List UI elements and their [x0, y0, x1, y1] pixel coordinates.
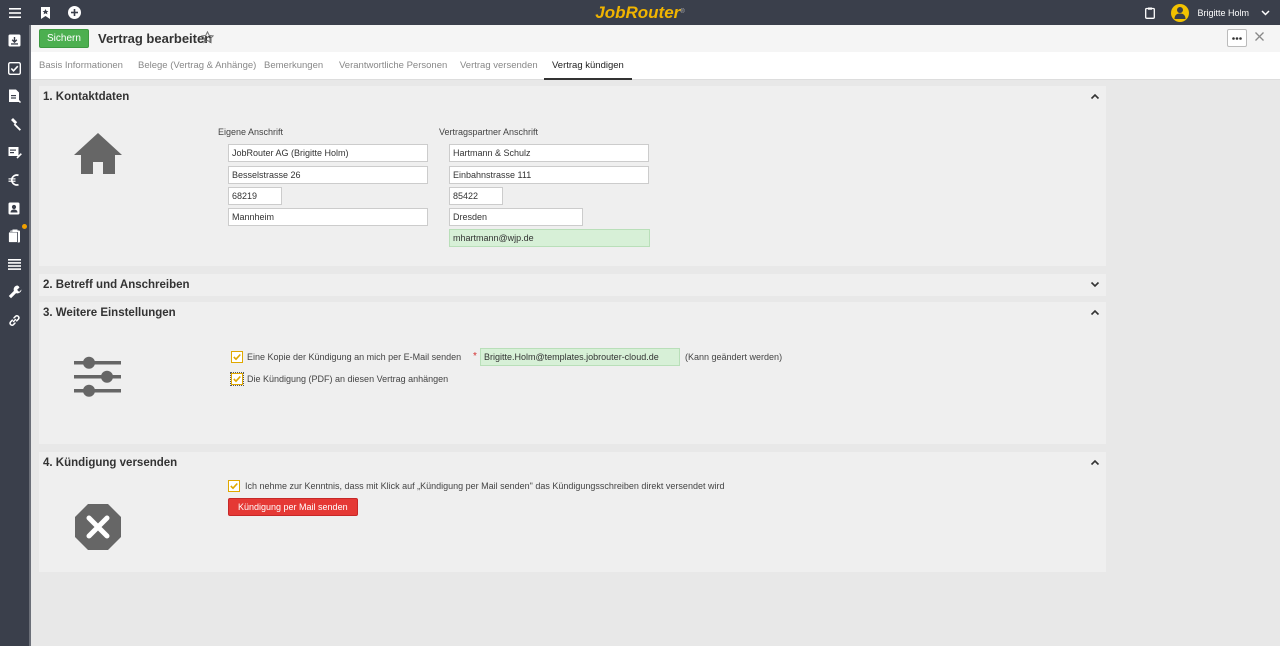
copy-email-field[interactable]: [480, 348, 680, 366]
close-icon[interactable]: [1254, 31, 1266, 43]
inbox-icon[interactable]: [0, 30, 29, 50]
tab-bemerkungen[interactable]: Bemerkungen: [264, 52, 323, 80]
partner-email-field[interactable]: [449, 229, 650, 247]
copy-email-checkbox[interactable]: [231, 351, 243, 363]
sidebar: [0, 25, 31, 646]
menu-icon[interactable]: [0, 0, 30, 25]
chevron-up-icon[interactable]: [1090, 91, 1100, 101]
bookmark-icon[interactable]: [30, 0, 60, 25]
attach-pdf-checkbox[interactable]: [230, 372, 244, 386]
user-name[interactable]: Brigitte Holm: [1197, 8, 1249, 18]
chevron-down-icon[interactable]: [1261, 9, 1270, 16]
panel-title[interactable]: 4. Kündigung versenden: [43, 452, 177, 474]
tab-vertrag-kuendigen[interactable]: Vertrag kündigen: [544, 52, 632, 80]
chevron-up-icon[interactable]: [1090, 307, 1100, 317]
panel-title[interactable]: 3. Weitere Einstellungen: [43, 302, 176, 324]
save-button[interactable]: Sichern: [39, 29, 89, 48]
tab-vertrag-versenden[interactable]: Vertrag versenden: [460, 52, 538, 80]
star-icon[interactable]: [200, 30, 215, 45]
notification-dot: [22, 224, 27, 229]
copy-email-label[interactable]: Eine Kopie der Kündigung an mich per E-M…: [247, 352, 461, 362]
tab-bar: Basis Informationen Belege (Vertrag & An…: [31, 52, 1280, 80]
own-city-field[interactable]: [228, 208, 428, 226]
contact-card-icon[interactable]: [0, 198, 29, 218]
own-street-field[interactable]: [228, 166, 428, 184]
partner-city-field[interactable]: [449, 208, 583, 226]
own-address-label: Eigene Anschrift: [218, 127, 284, 137]
list-icon[interactable]: [0, 254, 29, 274]
partner-name-field[interactable]: [449, 144, 649, 162]
panel-title[interactable]: 1. Kontaktdaten: [43, 86, 129, 108]
partner-street-field[interactable]: [449, 166, 649, 184]
own-zip-field[interactable]: [228, 187, 282, 205]
confirm-label[interactable]: Ich nehme zur Kenntnis, dass mit Klick a…: [245, 481, 724, 491]
link-icon[interactable]: [0, 310, 29, 330]
add-circle-icon[interactable]: [59, 0, 89, 25]
partner-zip-field[interactable]: [449, 187, 503, 205]
tab-belege[interactable]: Belege (Vertrag & Anhänge): [138, 52, 256, 80]
panel-weitere-einstellungen: 3. Weitere Einstellungen Eine Kopie der …: [39, 302, 1106, 444]
partner-address-label: Vertragspartner Anschrift: [439, 127, 539, 137]
own-name-field[interactable]: [228, 144, 428, 162]
euro-icon[interactable]: [0, 170, 29, 190]
clipboard-icon[interactable]: [0, 226, 29, 246]
chevron-down-icon[interactable]: [1090, 279, 1100, 289]
user-menu[interactable]: Brigitte Holm: [1145, 0, 1280, 25]
cancel-octagon-icon: [73, 502, 123, 555]
confirm-checkbox[interactable]: [228, 480, 240, 492]
page-title: Vertrag bearbeiten: [98, 31, 213, 46]
chevron-up-icon[interactable]: [1090, 457, 1100, 467]
checked-box-icon[interactable]: [0, 58, 29, 78]
panel-title[interactable]: 2. Betreff und Anschreiben: [43, 274, 190, 296]
house-icon: [73, 132, 123, 177]
tab-verantwortliche-personen[interactable]: Verantwortliche Personen: [339, 52, 447, 80]
tab-basis-informationen[interactable]: Basis Informationen: [39, 52, 123, 80]
page-header: Sichern Vertrag bearbeiten: [31, 25, 1280, 52]
top-bar: JobRouter® Brigitte Holm: [0, 0, 1280, 25]
document-icon[interactable]: [0, 86, 29, 106]
wrench-icon[interactable]: [0, 282, 29, 302]
required-marker: *: [473, 351, 477, 362]
avatar[interactable]: [1171, 3, 1190, 22]
panel-kontaktdaten: 1. Kontaktdaten Eigene Anschrift Vertrag…: [39, 86, 1106, 266]
panel-betreff-anschreiben: 2. Betreff und Anschreiben: [39, 274, 1106, 296]
send-termination-button[interactable]: Kündigung per Mail senden: [228, 498, 358, 516]
form-edit-icon[interactable]: [0, 142, 29, 162]
clipboard-icon[interactable]: [1145, 7, 1156, 19]
copy-email-hint: (Kann geändert werden): [685, 352, 783, 362]
hammer-icon[interactable]: [0, 114, 29, 134]
sliders-icon: [73, 355, 123, 402]
panel-kuendigung-versenden: 4. Kündigung versenden Ich nehme zur Ken…: [39, 452, 1106, 572]
attach-pdf-label[interactable]: Die Kündigung (PDF) an diesen Vertrag an…: [247, 374, 448, 384]
brand-logo: JobRouter®: [595, 3, 685, 22]
more-options-button[interactable]: [1227, 29, 1247, 47]
